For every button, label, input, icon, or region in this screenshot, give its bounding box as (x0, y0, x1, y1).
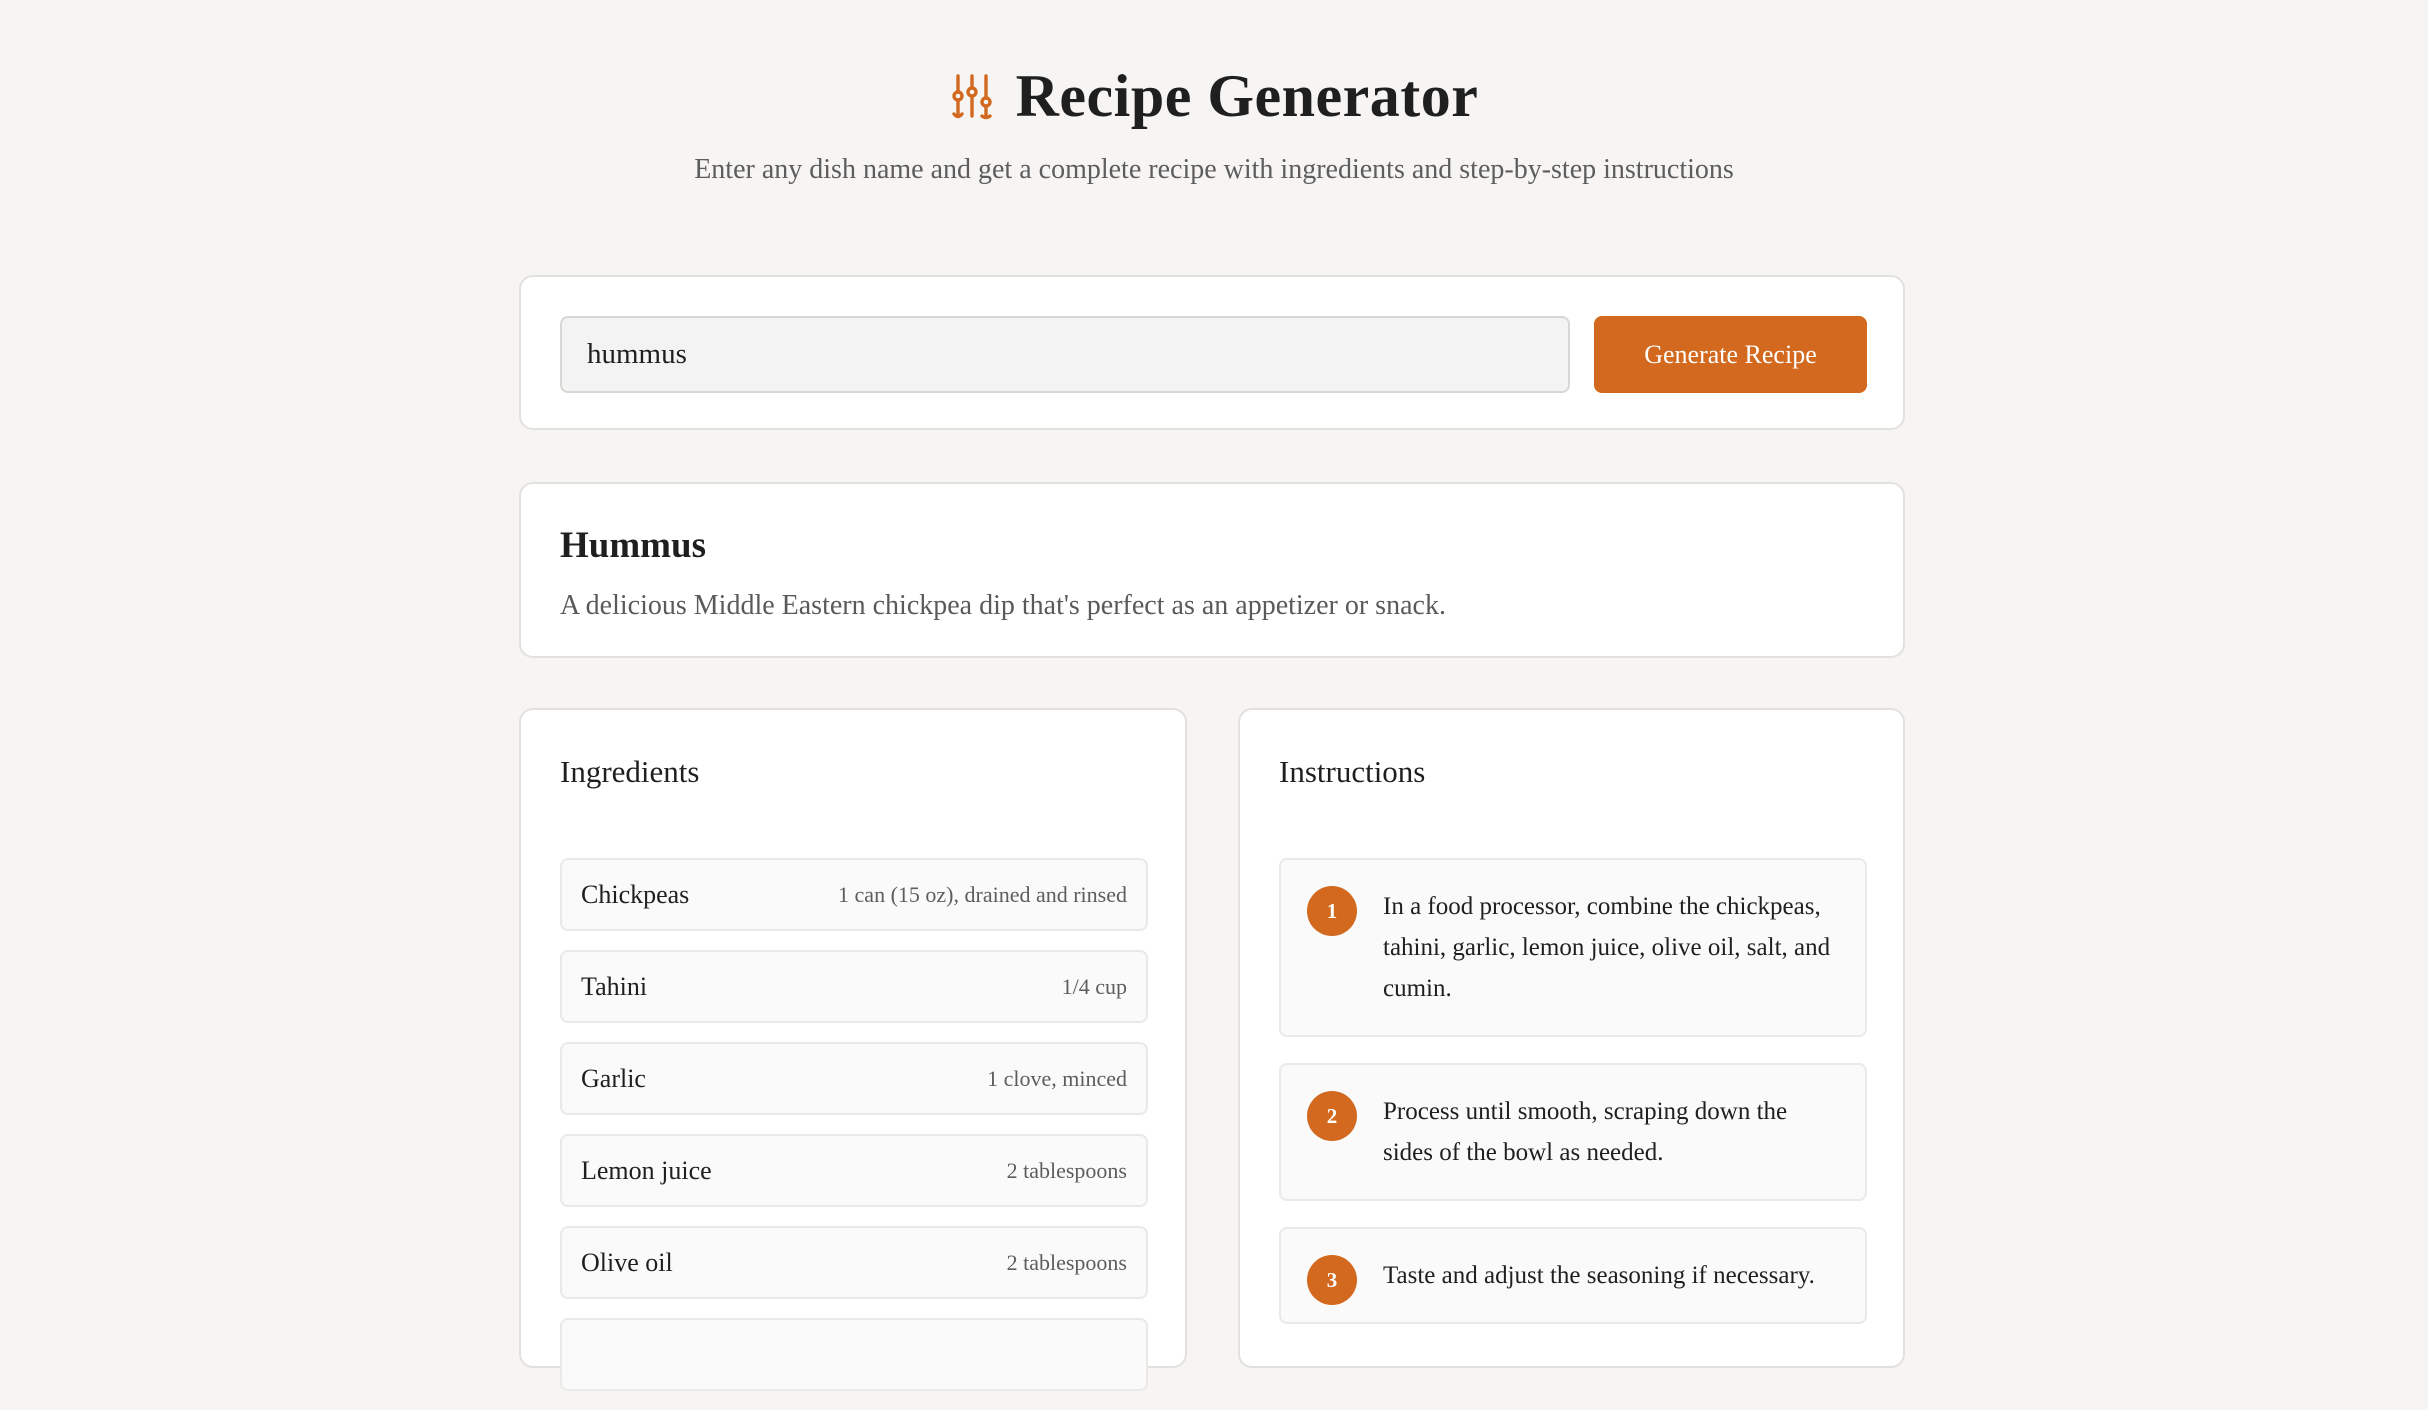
instruction-step: 1 In a food processor, combine the chick… (1279, 858, 1867, 1037)
ingredient-name: Chickpeas (581, 879, 690, 909)
ingredient-quantity: 2 tablespoons (1006, 1157, 1127, 1183)
instructions-list: 1 In a food processor, combine the chick… (1279, 858, 1867, 1350)
ingredient-item (560, 1318, 1148, 1391)
step-number-badge: 2 (1307, 1091, 1357, 1141)
ingredients-title: Ingredients (560, 754, 700, 789)
step-text: Taste and adjust the seasoning if necess… (1383, 1262, 1815, 1289)
app-subtitle: Enter any dish name and get a complete r… (694, 154, 1734, 185)
instruction-step: 3 Taste and adjust the seasoning if nece… (1279, 1227, 1867, 1324)
recipe-summary-card: Hummus A delicious Middle Eastern chickp… (519, 482, 1905, 658)
instructions-title: Instructions (1279, 754, 1426, 789)
step-number-badge: 1 (1307, 886, 1357, 936)
ingredient-name: Olive oil (581, 1247, 673, 1277)
ingredient-item: Chickpeas 1 can (15 oz), drained and rin… (560, 858, 1148, 931)
recipe-name: Hummus (560, 525, 706, 566)
search-card: Generate Recipe (519, 275, 1905, 430)
page-header: Recipe Generator Enter any dish name and… (0, 56, 2428, 186)
ingredient-item: Olive oil 2 tablespoons (560, 1226, 1148, 1299)
utensils-icon (951, 74, 992, 120)
title-row: Recipe Generator (0, 56, 2428, 136)
ingredient-quantity: 1 clove, minced (987, 1065, 1127, 1091)
ingredient-name: Lemon juice (581, 1155, 712, 1185)
step-number-badge: 3 (1307, 1255, 1357, 1305)
app-title: Recipe Generator (1015, 62, 1479, 129)
ingredient-name: Tahini (581, 971, 648, 1001)
ingredient-item: Tahini 1/4 cup (560, 950, 1148, 1023)
ingredient-quantity: 1 can (15 oz), drained and rinsed (838, 881, 1127, 907)
ingredient-item: Garlic 1 clove, minced (560, 1042, 1148, 1115)
instruction-step: 2 Process until smooth, scraping down th… (1279, 1063, 1867, 1201)
ingredient-quantity: 1/4 cup (1061, 973, 1127, 999)
dish-search-input[interactable] (560, 316, 1570, 393)
ingredient-name: Garlic (581, 1063, 646, 1093)
ingredients-card: Ingredients Chickpeas 1 can (15 oz), dra… (519, 708, 1187, 1391)
step-text: Process until smooth, scraping down the … (1383, 1098, 1788, 1166)
ingredient-item: Lemon juice 2 tablespoons (560, 1134, 1148, 1207)
ingredient-quantity: 2 tablespoons (1006, 1249, 1127, 1275)
ingredients-list: Chickpeas 1 can (15 oz), drained and rin… (560, 858, 1148, 1410)
recipe-description: A delicious Middle Eastern chickpea dip … (560, 590, 1446, 621)
generate-recipe-button[interactable]: Generate Recipe (1594, 316, 1867, 393)
step-text: In a food processor, combine the chickpe… (1383, 893, 1831, 1002)
instructions-card: Instructions 1 In a food processor, comb… (1238, 708, 1905, 1368)
